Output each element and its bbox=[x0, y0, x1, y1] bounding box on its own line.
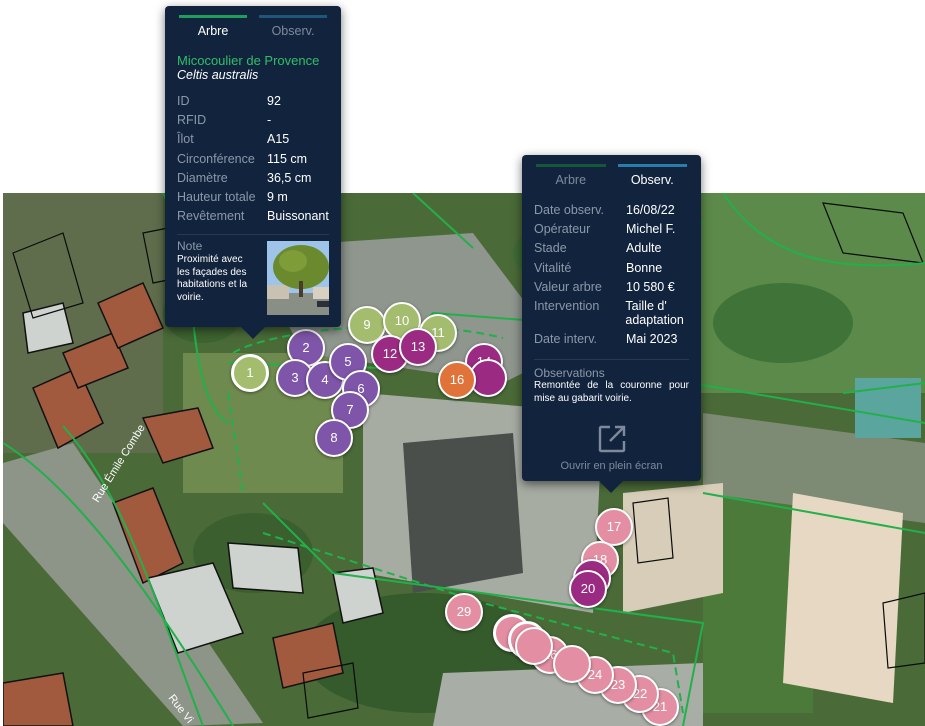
field-value: 9 m bbox=[267, 190, 288, 205]
field-label: Date interv. bbox=[534, 332, 597, 347]
field-value: Adulte bbox=[626, 241, 662, 256]
field-row: Stade Adulte bbox=[534, 239, 689, 258]
observations-label: Observations bbox=[534, 366, 605, 381]
field-label: Opérateur bbox=[534, 222, 591, 237]
tree-marker[interactable] bbox=[553, 645, 591, 683]
field-label: ID bbox=[177, 94, 190, 108]
field-value: 92 bbox=[267, 94, 281, 108]
tree-marker-8[interactable]: 8 bbox=[315, 419, 353, 457]
tree-info-popup: Arbre Observ. Micocoulier de Provence Ce… bbox=[165, 6, 341, 327]
field-label: Vitalité bbox=[534, 260, 572, 275]
tree-marker-13[interactable]: 13 bbox=[399, 328, 437, 366]
tree-common-name: Micocoulier de Provence bbox=[177, 53, 320, 68]
open-external-icon bbox=[596, 423, 628, 458]
tree-marker-29[interactable]: 29 bbox=[445, 593, 483, 631]
popup-tabs: Arbre Observ. bbox=[522, 155, 701, 187]
note-text: Proximité avec les façades des habitatio… bbox=[177, 254, 248, 303]
field-label: Intervention bbox=[534, 299, 600, 314]
open-fullscreen-label: Ouvrir en plein écran bbox=[560, 460, 663, 473]
field-value: 10 580 € bbox=[626, 279, 675, 294]
tree-photo[interactable] bbox=[267, 241, 329, 316]
field-row: Valeur arbre 10 580 € bbox=[534, 278, 689, 297]
open-fullscreen-button[interactable]: Ouvrir en plein écran bbox=[534, 423, 689, 472]
tree-popup-pointer bbox=[240, 326, 266, 339]
field-row: Hauteur totale 9 m bbox=[177, 188, 329, 207]
field-label: Date observ. bbox=[534, 203, 604, 217]
field-label: Îlot bbox=[177, 132, 194, 147]
field-row: Date interv. Mai 2023 bbox=[534, 330, 689, 349]
field-row: Date observ. 16/08/22 bbox=[534, 201, 689, 220]
observation-fields: Date observ. 16/08/22 Opérateur Michel F. … bbox=[534, 201, 689, 349]
field-value: A15 bbox=[267, 132, 290, 147]
field-value: Michel F. bbox=[626, 222, 676, 237]
field-row: Îlot A15 bbox=[177, 130, 329, 149]
field-label: Diamètre bbox=[177, 170, 228, 185]
tab-observation[interactable]: Observ. bbox=[259, 15, 327, 38]
field-label: Circonférence bbox=[177, 151, 255, 166]
tab-tree[interactable]: Arbre bbox=[179, 15, 247, 38]
tree-fields: ID 92 RFID - Îlot A15 Circonférence 115 cm D… bbox=[177, 92, 329, 226]
field-row: Revêtement Buissonant bbox=[177, 207, 329, 226]
field-value: 36,5 cm bbox=[267, 170, 312, 185]
observation-popup: Arbre Observ. Date observ. 16/08/22 Opéra… bbox=[522, 155, 701, 481]
field-value: 16/08/22 bbox=[626, 203, 675, 217]
field-label: Valeur arbre bbox=[534, 279, 602, 294]
observation-popup-pointer bbox=[598, 480, 624, 493]
tree-scientific-name: Celtis australis bbox=[177, 68, 259, 82]
field-label: RFID bbox=[177, 113, 207, 128]
field-row: Intervention Taille d' adaptation bbox=[534, 299, 689, 327]
field-row: Circonférence 115 cm bbox=[177, 150, 329, 169]
field-value: 115 cm bbox=[267, 151, 308, 166]
field-value: - bbox=[267, 113, 272, 128]
field-row: Opérateur Michel F. bbox=[534, 220, 689, 239]
field-value: Buissonant bbox=[267, 209, 329, 224]
note-label: Note bbox=[177, 239, 203, 254]
tree-marker[interactable] bbox=[515, 627, 553, 665]
field-row: Diamètre 36,5 cm bbox=[177, 169, 329, 188]
field-label: Stade bbox=[534, 241, 567, 256]
field-row: Vitalité Bonne bbox=[534, 259, 689, 278]
field-row: ID 92 bbox=[177, 92, 329, 111]
tree-marker-20[interactable]: 20 bbox=[569, 570, 607, 608]
aerial-imagery: Rue Émile Combe Rue Vi bbox=[3, 193, 925, 726]
field-value: Bonne bbox=[626, 260, 663, 275]
field-label: Revêtement bbox=[177, 209, 245, 224]
tree-photo-image bbox=[267, 241, 329, 316]
tree-marker-1[interactable]: 1 bbox=[231, 354, 269, 392]
field-row: RFID - bbox=[177, 111, 329, 130]
field-label: Hauteur totale bbox=[177, 190, 256, 205]
observations-text: Remontée de la couronne pour mise au gab… bbox=[534, 380, 689, 404]
field-value: Mai 2023 bbox=[626, 332, 678, 347]
map-view[interactable]: Rue Émile Combe Rue Vi bbox=[3, 193, 925, 726]
tree-marker-16[interactable]: 16 bbox=[438, 361, 476, 399]
tab-observation[interactable]: Observ. bbox=[617, 164, 687, 187]
tab-tree[interactable]: Arbre bbox=[536, 164, 606, 187]
field-value: Taille d' adaptation bbox=[625, 299, 684, 327]
popup-tabs: Arbre Observ. bbox=[165, 6, 341, 38]
